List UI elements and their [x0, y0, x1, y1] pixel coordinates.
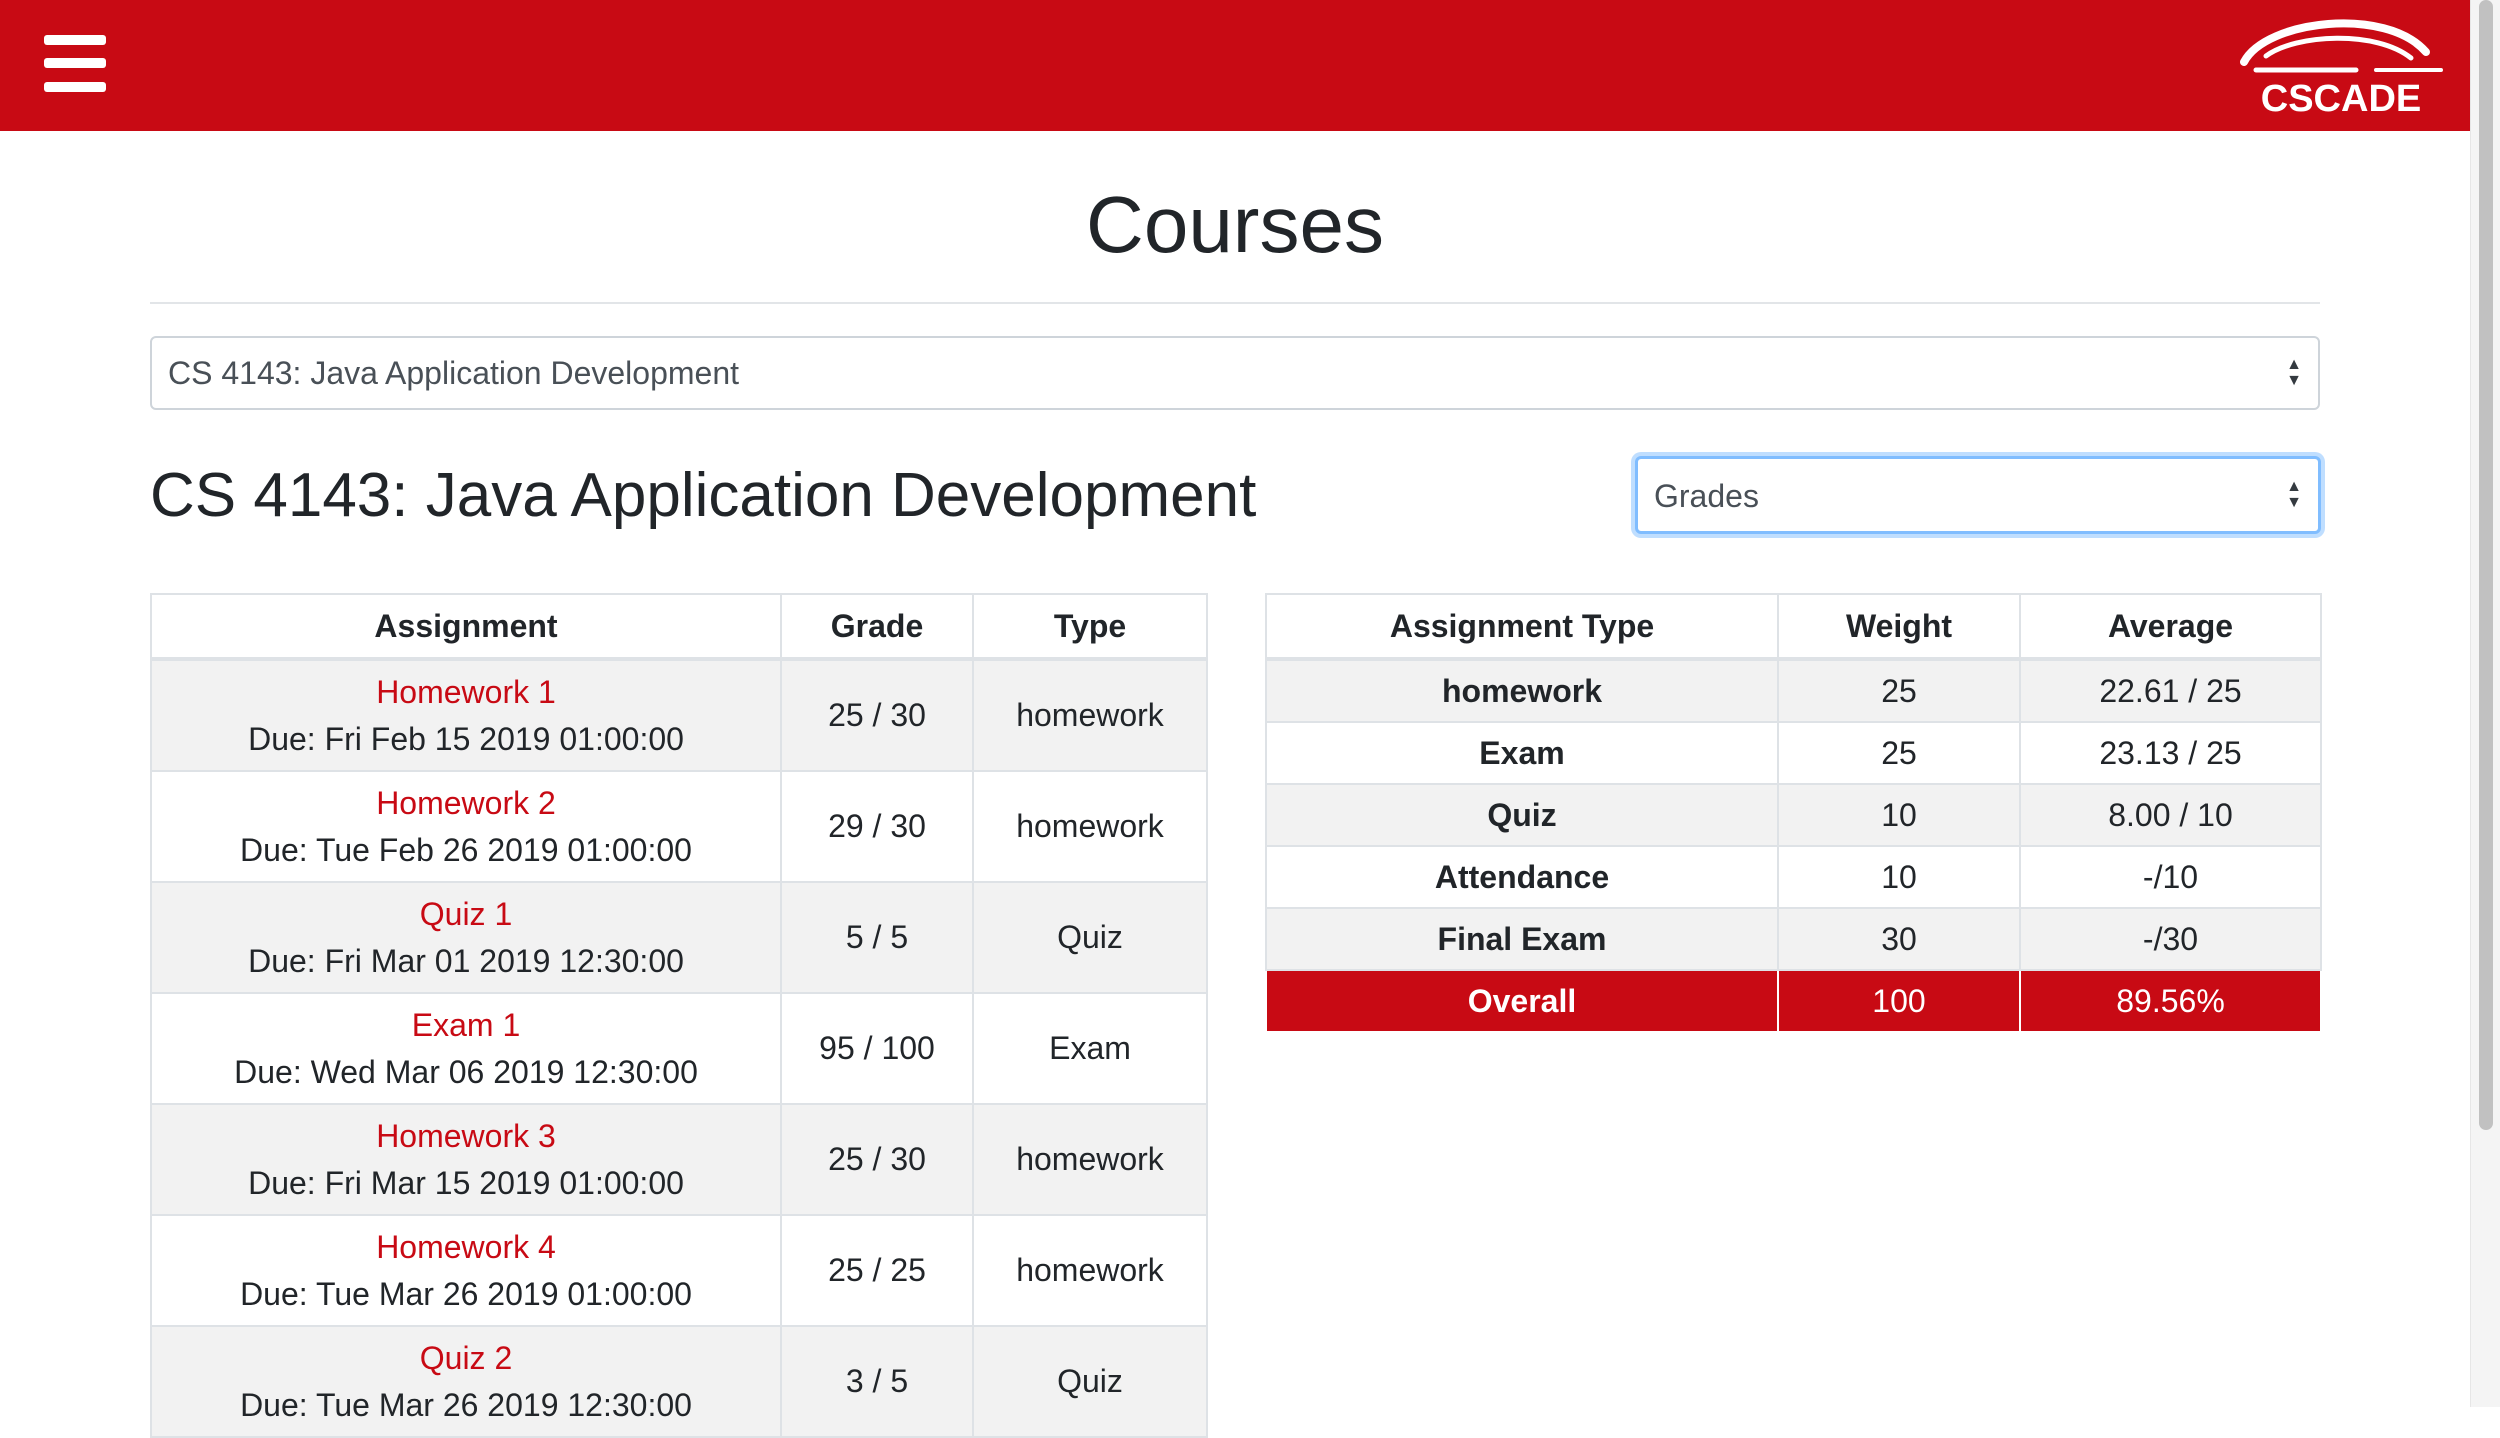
- type-name-cell: Exam: [1265, 721, 1779, 785]
- table-header-row: Assignment Type Weight Average: [1265, 593, 2322, 661]
- assignment-cell: Homework 1 Due: Fri Feb 15 2019 01:00:00: [150, 658, 782, 772]
- cscade-logo[interactable]: CSCADE: [2236, 12, 2446, 120]
- weight-cell: 10: [1777, 783, 2021, 847]
- type-name-cell: homework: [1265, 658, 1779, 723]
- due-date: Due: Tue Feb 26 2019 01:00:00: [240, 831, 692, 868]
- type-name-cell: Attendance: [1265, 845, 1779, 909]
- table-row: Quiz 10 8.00 / 10: [1265, 783, 2322, 847]
- overall-label-cell: Overall: [1265, 969, 1779, 1033]
- average-cell: 22.61 / 25: [2019, 658, 2322, 723]
- scrollbar-thumb[interactable]: [2479, 0, 2493, 1130]
- assignment-link[interactable]: Homework 1: [152, 669, 780, 716]
- weight-cell: 10: [1777, 845, 2021, 909]
- due-date: Due: Fri Mar 01 2019 12:30:00: [248, 942, 684, 979]
- assignment-cell: Quiz 1 Due: Fri Mar 01 2019 12:30:00: [150, 881, 782, 994]
- vertical-scrollbar[interactable]: [2470, 0, 2500, 1407]
- table-row: Exam 25 23.13 / 25: [1265, 721, 2322, 785]
- column-header: Assignment: [150, 593, 782, 661]
- grade-cell: 95 / 100: [780, 992, 974, 1105]
- type-cell: Quiz: [972, 881, 1208, 994]
- assignment-link[interactable]: Quiz 2: [152, 1335, 780, 1382]
- table-row: Final Exam 30 -/30: [1265, 907, 2322, 971]
- type-cell: homework: [972, 770, 1208, 883]
- assignment-cell: Exam 1 Due: Wed Mar 06 2019 12:30:00: [150, 992, 782, 1105]
- grade-cell: 25 / 30: [780, 658, 974, 772]
- table-row: Quiz 2 Due: Tue Mar 26 2019 12:30:00 3 /…: [150, 1325, 1208, 1438]
- page-title: Courses: [1086, 180, 1384, 269]
- average-cell: 8.00 / 10: [2019, 783, 2322, 847]
- type-cell: homework: [972, 1103, 1208, 1216]
- table-row: Attendance 10 -/10: [1265, 845, 2322, 909]
- overall-average-cell: 89.56%: [2019, 969, 2322, 1033]
- table-header-row: Assignment Grade Type: [150, 593, 1208, 661]
- course-select[interactable]: CS 4143: Java Application Development ▲ ▼: [150, 336, 2320, 410]
- type-cell: Exam: [972, 992, 1208, 1105]
- assignment-cell: Homework 2 Due: Tue Feb 26 2019 01:00:00: [150, 770, 782, 883]
- select-arrows-icon: ▲ ▼: [2286, 478, 2302, 511]
- type-name-cell: Quiz: [1265, 783, 1779, 847]
- average-cell: 23.13 / 25: [2019, 721, 2322, 785]
- assignment-cell: Quiz 2 Due: Tue Mar 26 2019 12:30:00: [150, 1325, 782, 1438]
- grade-cell: 25 / 25: [780, 1214, 974, 1327]
- grade-cell: 25 / 30: [780, 1103, 974, 1216]
- due-date: Due: Fri Mar 15 2019 01:00:00: [248, 1164, 684, 1201]
- course-select-value: CS 4143: Java Application Development: [168, 355, 740, 391]
- assignment-link[interactable]: Quiz 1: [152, 891, 780, 938]
- assignment-link[interactable]: Homework 4: [152, 1224, 780, 1271]
- top-navbar: CSCADE: [0, 0, 2470, 131]
- weight-cell: 25: [1777, 658, 2021, 723]
- column-header: Weight: [1777, 593, 2021, 661]
- type-cell: Quiz: [972, 1325, 1208, 1438]
- assignments-table: Assignment Grade Type Homework 1 Due: Fr…: [150, 593, 1208, 1438]
- assignment-link[interactable]: Homework 3: [152, 1113, 780, 1160]
- table-row: Exam 1 Due: Wed Mar 06 2019 12:30:00 95 …: [150, 992, 1208, 1105]
- due-date: Due: Fri Feb 15 2019 01:00:00: [248, 720, 684, 757]
- average-cell: -/10: [2019, 845, 2322, 909]
- assignment-cell: Homework 3 Due: Fri Mar 15 2019 01:00:00: [150, 1103, 782, 1216]
- average-cell: -/30: [2019, 907, 2322, 971]
- view-select[interactable]: Grades ▲ ▼: [1635, 456, 2321, 534]
- assignment-types-table: Assignment Type Weight Average homework …: [1265, 593, 2322, 1033]
- type-cell: homework: [972, 1214, 1208, 1327]
- overall-weight-cell: 100: [1777, 969, 2021, 1033]
- grade-cell: 5 / 5: [780, 881, 974, 994]
- course-heading: CS 4143: Java Application Development: [150, 461, 1257, 530]
- weight-cell: 25: [1777, 721, 2021, 785]
- assignment-link[interactable]: Homework 2: [152, 780, 780, 827]
- table-row: Homework 2 Due: Tue Feb 26 2019 01:00:00…: [150, 770, 1208, 883]
- table-row: Homework 4 Due: Tue Mar 26 2019 01:00:00…: [150, 1214, 1208, 1327]
- assignment-cell: Homework 4 Due: Tue Mar 26 2019 01:00:00: [150, 1214, 782, 1327]
- hamburger-menu-icon[interactable]: [44, 35, 106, 92]
- logo-text: CSCADE: [2260, 78, 2422, 120]
- table-row: Homework 3 Due: Fri Mar 15 2019 01:00:00…: [150, 1103, 1208, 1216]
- column-header: Grade: [780, 593, 974, 661]
- grade-cell: 3 / 5: [780, 1325, 974, 1438]
- type-name-cell: Final Exam: [1265, 907, 1779, 971]
- view-select-value: Grades: [1654, 478, 1759, 514]
- table-row: Homework 1 Due: Fri Feb 15 2019 01:00:00…: [150, 658, 1208, 772]
- due-date: Due: Wed Mar 06 2019 12:30:00: [234, 1053, 698, 1090]
- overall-row: Overall 100 89.56%: [1265, 969, 2322, 1033]
- grade-cell: 29 / 30: [780, 770, 974, 883]
- weight-cell: 30: [1777, 907, 2021, 971]
- logo-swoosh-icon: [2240, 19, 2443, 73]
- column-header: Average: [2019, 593, 2322, 661]
- due-date: Due: Tue Mar 26 2019 01:00:00: [240, 1275, 692, 1312]
- column-header: Type: [972, 593, 1208, 661]
- due-date: Due: Tue Mar 26 2019 12:30:00: [240, 1386, 692, 1423]
- select-arrows-icon: ▲ ▼: [2286, 356, 2302, 389]
- type-cell: homework: [972, 658, 1208, 772]
- assignment-link[interactable]: Exam 1: [152, 1002, 780, 1049]
- table-row: Quiz 1 Due: Fri Mar 01 2019 12:30:00 5 /…: [150, 881, 1208, 994]
- column-header: Assignment Type: [1265, 593, 1779, 661]
- table-row: homework 25 22.61 / 25: [1265, 658, 2322, 723]
- title-divider: [150, 302, 2320, 304]
